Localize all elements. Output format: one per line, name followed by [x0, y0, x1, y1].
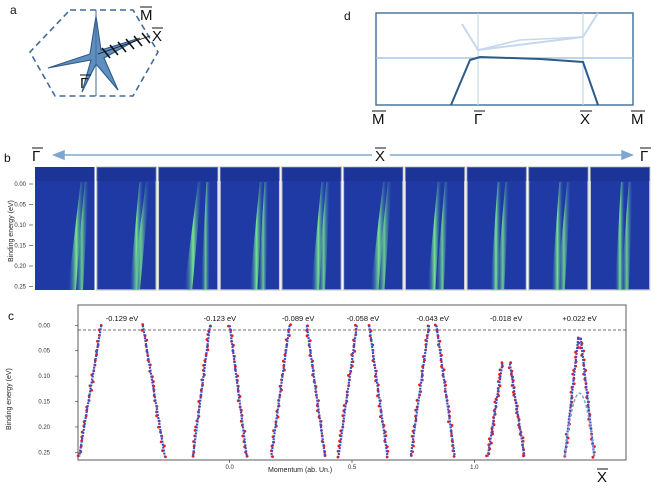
arpes-frame-top	[96, 167, 157, 181]
band-schematic-frame	[375, 12, 634, 106]
c-ytick-label: 0.00	[38, 323, 50, 329]
c-xticks: 0.0 0.5 1.0	[226, 460, 479, 471]
c-yticks: 0.00 0.05 0.10 0.15 0.20 0.25	[38, 323, 78, 456]
dispersion-series-6	[563, 336, 596, 459]
arpes-frame	[589, 166, 651, 291]
c-ytick-label: 0.15	[38, 400, 50, 406]
apex-energy-label: -0.089 eV	[282, 314, 315, 323]
arpes-frame	[96, 166, 157, 291]
fermi-surface-star	[47, 15, 141, 93]
b-yticks: 0.00 0.05 0.10 0.15 0.20 0.25	[14, 182, 33, 291]
panel-d-letter: d	[344, 9, 351, 23]
arpes-frame-top	[528, 167, 589, 181]
arpes-frame-bg	[219, 166, 281, 291]
b-ytick-label: 0.20	[14, 264, 26, 270]
b-label-gamma-left: Γ	[32, 148, 40, 165]
b-ytick-label: 0.00	[14, 182, 26, 188]
arpes-frames	[35, 166, 651, 291]
dispersion-series-0	[76, 323, 167, 459]
d-label-x: X	[580, 111, 590, 128]
c-xlabel: Momentum (ab. Un.)	[268, 467, 332, 474]
arpes-frame	[342, 166, 404, 291]
fit-line	[191, 325, 212, 457]
arpes-frame	[404, 166, 466, 291]
fit-line	[305, 325, 327, 457]
arpes-frame-bg	[281, 166, 342, 291]
arpes-frame	[219, 166, 281, 291]
data-point	[271, 455, 274, 459]
panel-c-letter: c	[8, 309, 14, 323]
dispersion-series-5	[485, 361, 526, 458]
c-ytick-label: 0.25	[38, 450, 50, 456]
panel-a: a M X Γ	[10, 3, 163, 97]
dispersion-series	[76, 323, 596, 459]
b-ylabel: Binding energy (eV)	[8, 200, 15, 262]
b-label-gamma-right: Γ	[640, 148, 648, 165]
apex-energy-label: -0.018 eV	[490, 314, 523, 323]
d-label-gamma: Γ	[474, 111, 482, 128]
arpes-frame-top	[590, 167, 650, 181]
panel-d: d M Γ X M	[344, 9, 645, 128]
arpes-frame-top	[281, 167, 342, 181]
arpes-frame-top	[158, 167, 218, 181]
dispersion-series-1	[191, 324, 249, 458]
apex-energy-label: +0.022 eV	[562, 314, 596, 323]
fit-line	[337, 325, 358, 457]
apex-energy-labels: -0.129 eV -0.123 eV -0.089 eV -0.058 eV -0.0…	[106, 314, 597, 323]
arpes-frame	[35, 167, 95, 290]
extrapolated-fit	[564, 392, 595, 457]
label-x-bar: X	[152, 28, 162, 45]
c-ytick-label: 0.20	[38, 425, 50, 431]
c-xtick-label: 0.0	[226, 465, 235, 471]
arpes-frame	[466, 166, 528, 291]
arpes-frame-top	[220, 167, 280, 181]
figure: a M X Γ d M Γ X M b Γ X Γ Binding energy…	[4, 3, 651, 486]
c-plot-frame	[77, 304, 627, 461]
b-ytick-label: 0.05	[14, 203, 26, 209]
panel-d-axis-labels: M Γ X M	[372, 110, 645, 128]
arpes-frame-top	[35, 167, 95, 181]
c-ylabel: Binding energy (eV)	[6, 368, 13, 430]
d-label-m2: M	[631, 111, 644, 128]
fit-line	[368, 325, 389, 457]
panel-b-letter: b	[4, 151, 11, 165]
label-m-bar: M	[140, 7, 153, 24]
c-xtick-label: 1.0	[470, 465, 479, 471]
apex-energy-label: -0.123 eV	[204, 314, 237, 323]
arpes-frame-top	[405, 167, 465, 181]
panel-a-letter: a	[10, 3, 17, 17]
band-upper	[461, 12, 599, 52]
arpes-frame	[157, 166, 219, 291]
c-x-end-label: X	[597, 469, 607, 486]
c-ytick-label: 0.10	[38, 374, 50, 380]
fit-line	[270, 325, 291, 457]
b-label-x: X	[375, 148, 385, 165]
fit-line	[409, 325, 431, 457]
b-ytick-label: 0.25	[14, 285, 26, 291]
dispersion-series-3	[336, 323, 390, 459]
arpes-frame-top	[343, 167, 403, 181]
panel-c: c Binding energy (eV) Momentum (ab. Un.)…	[6, 304, 627, 486]
c-xtick-label: 0.5	[348, 465, 357, 471]
arpes-frame-top	[466, 167, 527, 181]
dispersion-series-2	[270, 323, 327, 459]
dispersion-series-4	[409, 323, 456, 458]
c-ytick-label: 0.05	[38, 349, 50, 355]
arpes-frame	[281, 166, 342, 291]
d-label-m1: M	[372, 111, 385, 128]
apex-energy-label: -0.129 eV	[106, 314, 139, 323]
label-gamma-bar: Γ	[80, 75, 88, 92]
fit-line	[435, 325, 456, 457]
arpes-frame	[527, 166, 589, 291]
apex-energy-label: -0.058 eV	[347, 314, 380, 323]
apex-energy-label: -0.043 eV	[416, 314, 449, 323]
panel-b: b Γ X Γ Binding energy (eV) 0.00 0.05 0.10…	[4, 147, 651, 291]
momentum-arrow	[51, 149, 635, 161]
fit-line	[228, 325, 248, 457]
b-ytick-label: 0.10	[14, 223, 26, 229]
b-ytick-label: 0.15	[14, 244, 26, 250]
band-lower	[450, 55, 599, 106]
